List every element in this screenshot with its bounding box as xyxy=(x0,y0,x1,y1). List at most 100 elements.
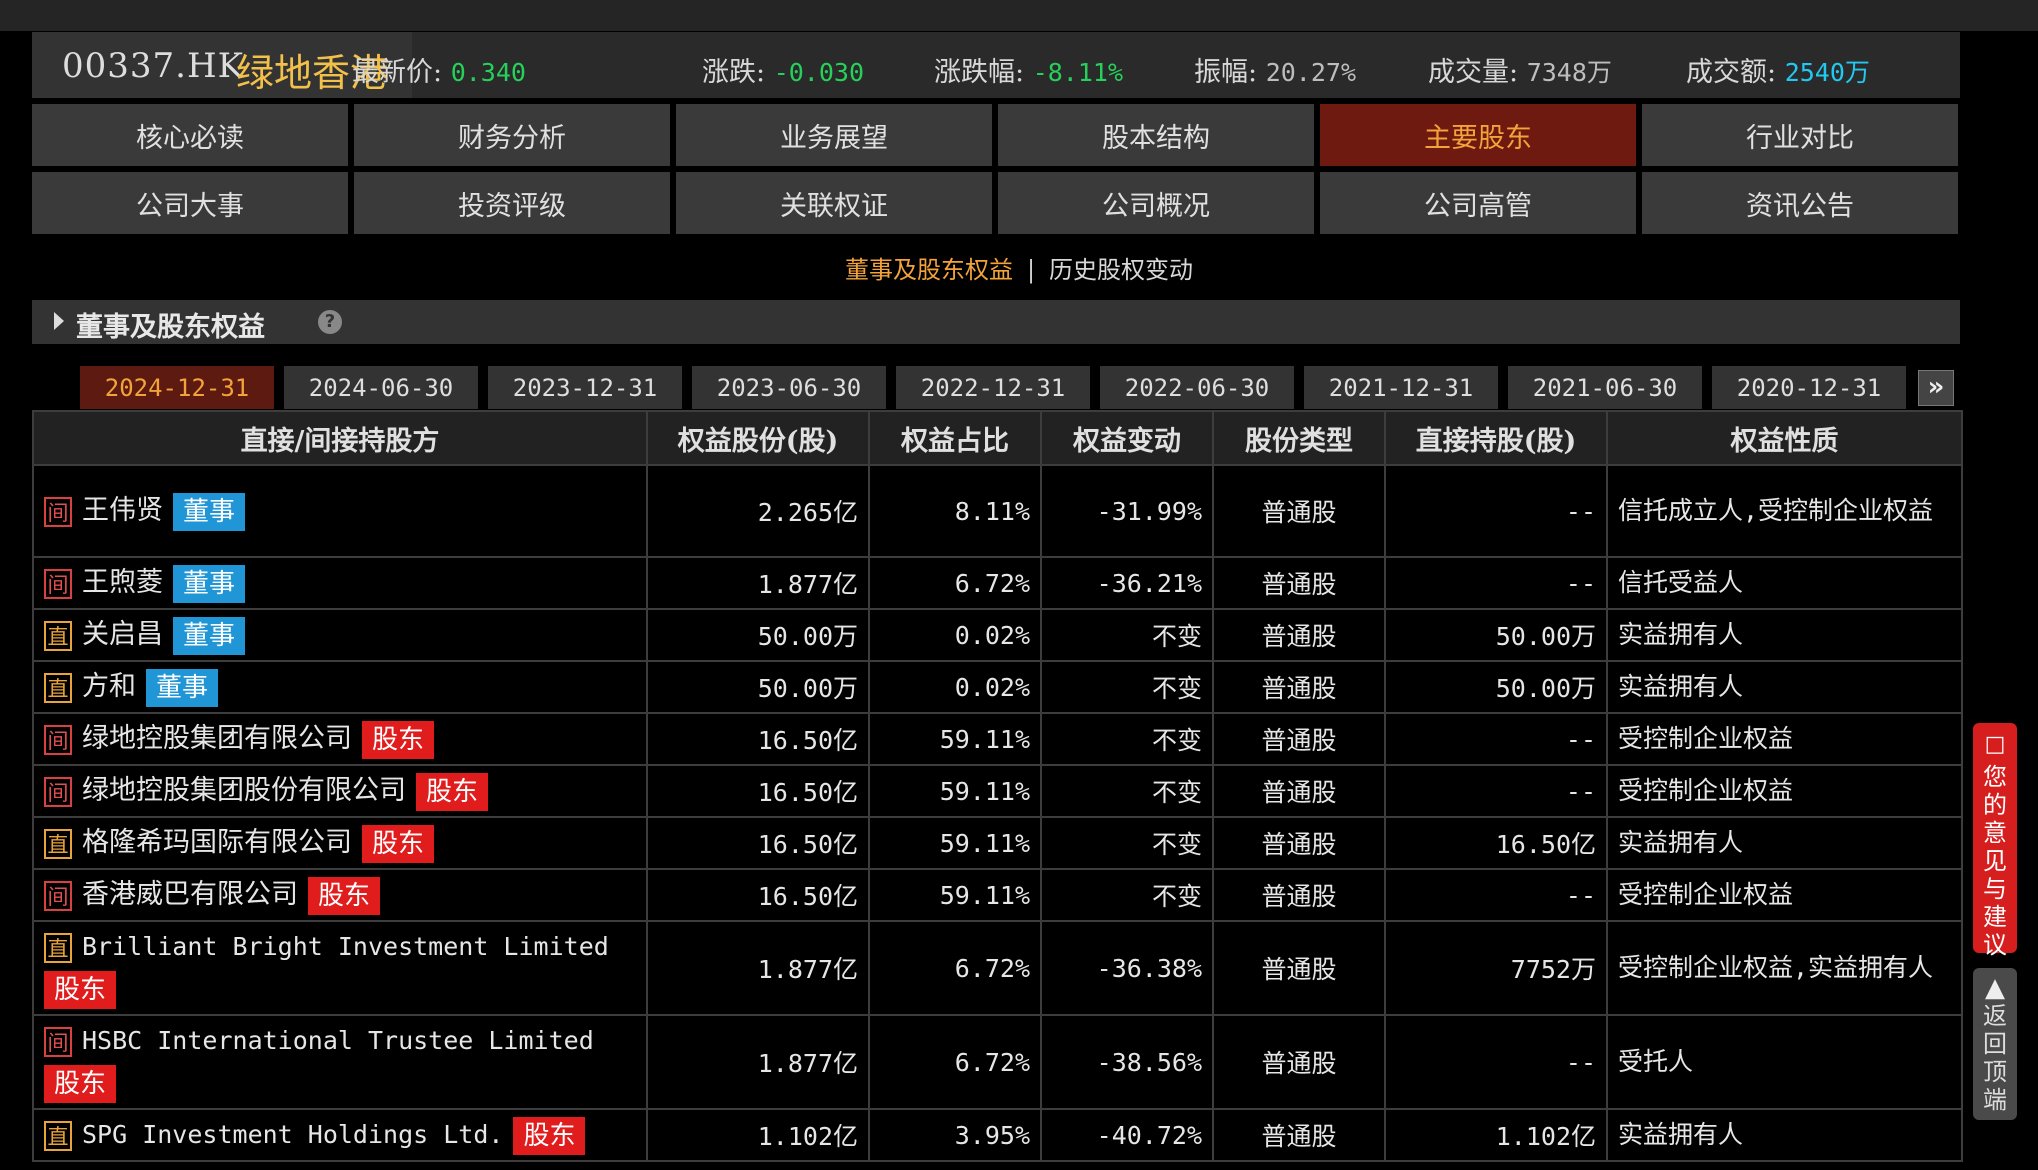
direct-cell: 7752万 xyxy=(1384,920,1608,1016)
holder-name[interactable]: 关启昌 xyxy=(82,619,163,650)
nav-business-outlook[interactable]: 业务展望 xyxy=(676,104,992,166)
change-cell: -31.99% xyxy=(1040,464,1214,558)
direct-cell: 50.00万 xyxy=(1384,608,1608,662)
holder-cell: 间香港威巴有限公司 股东 xyxy=(32,868,648,922)
sub-nav: 董事及股东权益 | 历史股权变动 xyxy=(0,250,2038,285)
price-change-value: -0.030 xyxy=(773,58,865,87)
col-change: 权益变动 xyxy=(1040,410,1214,466)
nav-industry-comparison[interactable]: 行业对比 xyxy=(1642,104,1958,166)
holder-name[interactable]: 方和 xyxy=(82,671,136,702)
holder-name[interactable]: 格隆希玛国际有限公司 xyxy=(82,827,352,858)
direct-cell: -- xyxy=(1384,764,1608,818)
holder-name[interactable]: 王煦菱 xyxy=(82,567,163,598)
nav-related-warrants[interactable]: 关联权证 xyxy=(676,172,992,234)
date-tab[interactable]: 2024-06-30 xyxy=(284,366,478,409)
direct-cell: -- xyxy=(1384,868,1608,922)
shares-cell: 50.00万 xyxy=(646,608,870,662)
direct-cell: 50.00万 xyxy=(1384,660,1608,714)
shareholder-badge: 股东 xyxy=(44,1065,117,1103)
type-cell: 普通股 xyxy=(1212,868,1386,922)
holder-name[interactable]: 绿地控股集团股份有限公司 xyxy=(82,775,406,806)
back-to-top-button[interactable]: ▲ 返回顶端 xyxy=(1973,968,2017,1120)
subnav-history-changes[interactable]: 历史股权变动 xyxy=(1049,256,1193,284)
type-cell: 普通股 xyxy=(1212,464,1386,558)
nav-share-structure[interactable]: 股本结构 xyxy=(998,104,1314,166)
price-change: 涨跌: -0.030 xyxy=(702,50,864,89)
ratio-cell: 0.02% xyxy=(868,660,1042,714)
section-header[interactable]: 董事及股东权益 ? xyxy=(32,300,1960,344)
date-tab[interactable]: 2023-12-31 xyxy=(488,366,682,409)
pct-change-value: -8.11% xyxy=(1032,58,1124,87)
holder-cell: 间 HSBC International Trustee Limited 股东 xyxy=(32,1014,648,1110)
nav-financial-analysis[interactable]: 财务分析 xyxy=(354,104,670,166)
nature-cell: 实益拥有人 xyxy=(1606,608,1963,662)
stock-code: 00337.HK xyxy=(62,46,245,86)
holder-name[interactable]: Brilliant Bright Investment Limited xyxy=(82,932,609,961)
nav-core-reading[interactable]: 核心必读 xyxy=(32,104,348,166)
feedback-button[interactable]: □ 您的意见与建议 xyxy=(1973,723,2017,959)
date-tab[interactable]: 2021-06-30 xyxy=(1508,366,1702,409)
change-cell: 不变 xyxy=(1040,712,1214,766)
change-cell: 不变 xyxy=(1040,816,1214,870)
section-title: 董事及股东权益 xyxy=(76,312,265,343)
nature-cell: 实益拥有人 xyxy=(1606,660,1963,714)
indirect-flag: 间 xyxy=(44,569,72,599)
ratio-cell: 6.72% xyxy=(868,1014,1042,1110)
date-tab[interactable]: 2022-06-30 xyxy=(1100,366,1294,409)
amplitude-label: 振幅: xyxy=(1194,57,1258,88)
next-dates-icon[interactable]: » xyxy=(1918,370,1954,406)
holder-name[interactable]: HSBC International Trustee Limited xyxy=(82,1026,594,1055)
nav-investment-rating[interactable]: 投资评级 xyxy=(354,172,670,234)
nav-executives[interactable]: 公司高管 xyxy=(1320,172,1636,234)
nav-company-events[interactable]: 公司大事 xyxy=(32,172,348,234)
feedback-label: 您的意见与建议 xyxy=(1983,763,2007,959)
direct-flag: 直 xyxy=(44,933,72,963)
shareholder-badge: 股东 xyxy=(416,773,489,811)
turnover-value: 2540万 xyxy=(1784,58,1870,87)
subnav-director-interests[interactable]: 董事及股东权益 xyxy=(845,256,1013,284)
director-badge: 董事 xyxy=(173,493,246,531)
table-row: 直 SPG Investment Holdings Ltd. 股东 1.102亿 3… xyxy=(32,1108,1963,1162)
holder-name[interactable]: 王伟贤 xyxy=(82,495,163,526)
date-tab[interactable]: 2021-12-31 xyxy=(1304,366,1498,409)
nature-cell: 受控制企业权益 xyxy=(1606,764,1963,818)
direct-cell: 1.102亿 xyxy=(1384,1108,1608,1162)
change-cell: 不变 xyxy=(1040,764,1214,818)
date-tab[interactable]: 2022-12-31 xyxy=(896,366,1090,409)
holder-cell: 直 Brilliant Bright Investment Limited 股东 xyxy=(32,920,648,1016)
shareholder-badge: 股东 xyxy=(362,721,435,759)
shares-cell: 1.877亿 xyxy=(646,1014,870,1110)
turnover-label: 成交额: xyxy=(1686,57,1777,88)
date-tab[interactable]: 2020-12-31 xyxy=(1712,366,1906,409)
direct-cell: -- xyxy=(1384,556,1608,610)
shares-cell: 50.00万 xyxy=(646,660,870,714)
indirect-flag: 间 xyxy=(44,725,72,755)
table-row: 直方和 董事 50.00万 0.02% 不变 普通股 50.00万 实益拥有人 xyxy=(32,660,1963,714)
ratio-cell: 59.11% xyxy=(868,764,1042,818)
nature-cell: 受控制企业权益 xyxy=(1606,712,1963,766)
holder-cell: 直 SPG Investment Holdings Ltd. 股东 xyxy=(32,1108,648,1162)
holder-name[interactable]: 绿地控股集团有限公司 xyxy=(82,723,352,754)
nav-news-announcements[interactable]: 资讯公告 xyxy=(1642,172,1958,234)
quote-header: 00337.HK 绿地香港 最新价: 0.340 涨跌: -0.030 涨跌幅:… xyxy=(32,32,1960,98)
holder-name[interactable]: 香港威巴有限公司 xyxy=(82,879,298,910)
table-row: 间绿地控股集团股份有限公司 股东 16.50亿 59.11% 不变 普通股 -- … xyxy=(32,764,1963,818)
table-row: 直 Brilliant Bright Investment Limited 股东 1… xyxy=(32,920,1963,1016)
date-tab[interactable]: 2023-06-30 xyxy=(692,366,886,409)
help-icon[interactable]: ? xyxy=(318,310,342,334)
direct-cell: -- xyxy=(1384,1014,1608,1110)
date-tab[interactable]: 2024-12-31 xyxy=(80,366,274,409)
col-nature: 权益性质 xyxy=(1606,410,1963,466)
table-row: 直关启昌 董事 50.00万 0.02% 不变 普通股 50.00万 实益拥有人 xyxy=(32,608,1963,662)
indirect-flag: 间 xyxy=(44,881,72,911)
ratio-cell: 8.11% xyxy=(868,464,1042,558)
nature-cell: 信托受益人 xyxy=(1606,556,1963,610)
table-row: 间香港威巴有限公司 股东 16.50亿 59.11% 不变 普通股 -- 受控制企… xyxy=(32,868,1963,922)
ratio-cell: 59.11% xyxy=(868,868,1042,922)
holder-name[interactable]: SPG Investment Holdings Ltd. xyxy=(82,1120,503,1149)
nav-major-shareholders[interactable]: 主要股东 xyxy=(1320,104,1636,166)
change-cell: -40.72% xyxy=(1040,1108,1214,1162)
col-shares: 权益股份(股) xyxy=(646,410,870,466)
collapse-triangle-icon[interactable] xyxy=(54,312,64,330)
nav-company-profile[interactable]: 公司概况 xyxy=(998,172,1314,234)
